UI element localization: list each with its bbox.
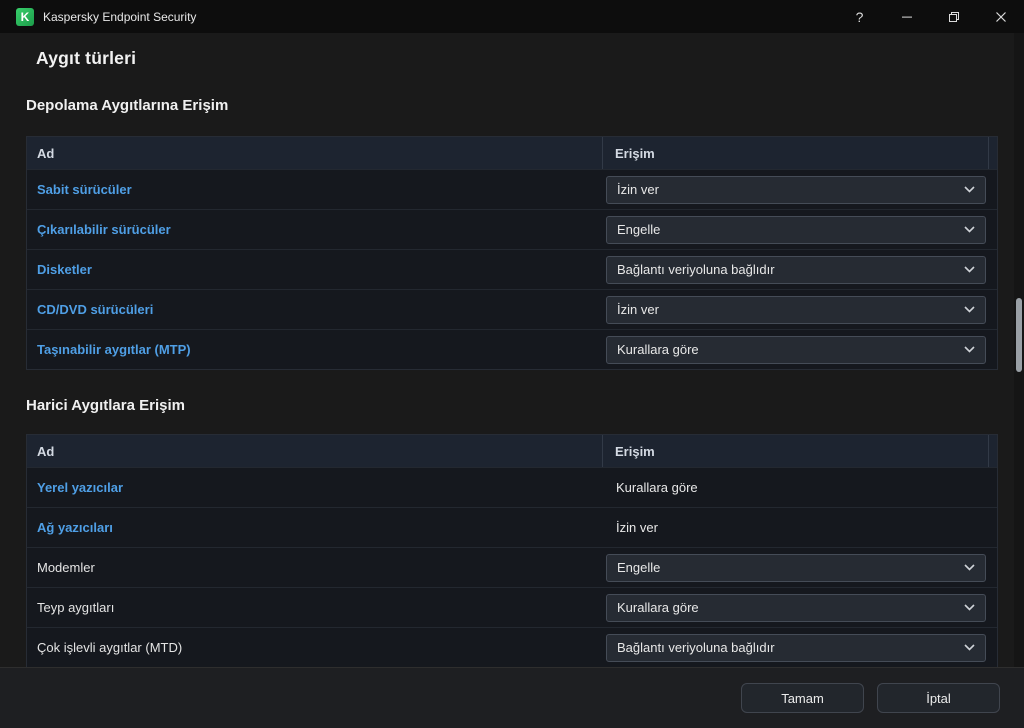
maximize-button[interactable] [930, 0, 977, 33]
footer-bar: Tamam İptal [0, 667, 1024, 728]
external-devices-table: Ad Erişim Yerel yazıcılar Kurallara göre… [26, 434, 998, 667]
table-header: Ad Erişim [27, 435, 997, 467]
table-header: Ad Erişim [27, 137, 997, 169]
table-row: Çıkarılabilir sürücüler Engelle [27, 209, 997, 249]
select-value: Engelle [617, 222, 661, 237]
device-link-cd-dvd[interactable]: CD/DVD sürücüleri [37, 302, 153, 317]
select-value: Bağlantı veriyoluna bağlıdır [617, 640, 775, 655]
column-header-name: Ad [37, 145, 55, 161]
close-button[interactable] [977, 0, 1024, 33]
column-header-access: Erişim [602, 435, 988, 467]
device-name-tape-devices: Teyp aygıtları [37, 600, 115, 615]
device-link-local-printers[interactable]: Yerel yazıcılar [37, 480, 123, 495]
chevron-down-icon [964, 186, 975, 193]
ok-button[interactable]: Tamam [741, 683, 864, 713]
page-title: Aygıt türleri [36, 48, 137, 68]
chevron-down-icon [964, 346, 975, 353]
table-header-gutter [988, 435, 997, 467]
table-row: CD/DVD sürücüleri İzin ver [27, 289, 997, 329]
table-row: Teyp aygıtları Kurallara göre [27, 587, 997, 627]
device-name-multifunctional-mtd: Çok işlevli aygıtlar (MTD) [37, 640, 183, 655]
access-select[interactable]: İzin ver [606, 175, 986, 204]
close-icon [995, 11, 1006, 22]
table-row: Sabit sürücüler İzin ver [27, 169, 997, 209]
storage-devices-table: Ad Erişim Sabit sürücüler İzin ver Çıkar… [26, 136, 998, 370]
device-name-modems: Modemler [37, 560, 95, 575]
access-select[interactable]: Engelle [606, 553, 986, 582]
access-select[interactable]: Kurallara göre [606, 335, 986, 364]
restore-icon [948, 11, 959, 22]
select-value: Kurallara göre [617, 600, 699, 615]
access-select[interactable]: Kurallara göre [606, 593, 986, 622]
table-row: Taşınabilir aygıtlar (MTP) Kurallara gör… [27, 329, 997, 369]
device-link-portable-mtp[interactable]: Taşınabilir aygıtlar (MTP) [37, 342, 191, 357]
section-heading-external: Harici Aygıtlara Erişim [26, 397, 185, 414]
content-area: Aygıt türleri Depolama Aygıtlarına Erişi… [0, 33, 1024, 667]
title-bar: K Kaspersky Endpoint Security ? [0, 0, 1024, 33]
device-link-removable-drives[interactable]: Çıkarılabilir sürücüler [37, 222, 171, 237]
chevron-down-icon [964, 226, 975, 233]
cancel-button[interactable]: İptal [877, 683, 1000, 713]
access-select[interactable]: Bağlantı veriyoluna bağlıdır [606, 633, 986, 662]
device-link-network-printers[interactable]: Ağ yazıcıları [37, 520, 113, 535]
minimize-button[interactable] [883, 0, 930, 33]
chevron-down-icon [964, 644, 975, 651]
access-value: Kurallara göre [616, 480, 698, 495]
section-heading-storage: Depolama Aygıtlarına Erişim [26, 97, 229, 114]
chevron-down-icon [964, 564, 975, 571]
table-row: Çok işlevli aygıtlar (MTD) Bağlantı veri… [27, 627, 997, 667]
chevron-down-icon [964, 604, 975, 611]
select-value: Engelle [617, 560, 661, 575]
help-button[interactable]: ? [836, 0, 883, 33]
access-select[interactable]: İzin ver [606, 295, 986, 324]
select-value: İzin ver [617, 302, 659, 317]
access-select[interactable]: Engelle [606, 215, 986, 244]
scrollbar-track[interactable] [1014, 33, 1024, 667]
table-row: Yerel yazıcılar Kurallara göre [27, 467, 997, 507]
chevron-down-icon [964, 266, 975, 273]
app-title: Kaspersky Endpoint Security [43, 9, 197, 24]
table-row: Modemler Engelle [27, 547, 997, 587]
access-select[interactable]: Bağlantı veriyoluna bağlıdır [606, 255, 986, 284]
scrollbar-thumb[interactable] [1016, 298, 1022, 372]
column-header-access: Erişim [602, 137, 988, 169]
table-header-gutter [988, 137, 997, 169]
chevron-down-icon [964, 306, 975, 313]
device-link-floppy-disks[interactable]: Disketler [37, 262, 92, 277]
column-header-name: Ad [37, 443, 55, 459]
select-value: İzin ver [617, 182, 659, 197]
table-row: Disketler Bağlantı veriyoluna bağlıdır [27, 249, 997, 289]
table-row: Ağ yazıcıları İzin ver [27, 507, 997, 547]
device-link-hard-drives[interactable]: Sabit sürücüler [37, 182, 132, 197]
access-value: İzin ver [616, 520, 658, 535]
select-value: Kurallara göre [617, 342, 699, 357]
minimize-icon [901, 16, 912, 18]
kaspersky-logo-icon: K [16, 7, 34, 26]
select-value: Bağlantı veriyoluna bağlıdır [617, 262, 775, 277]
